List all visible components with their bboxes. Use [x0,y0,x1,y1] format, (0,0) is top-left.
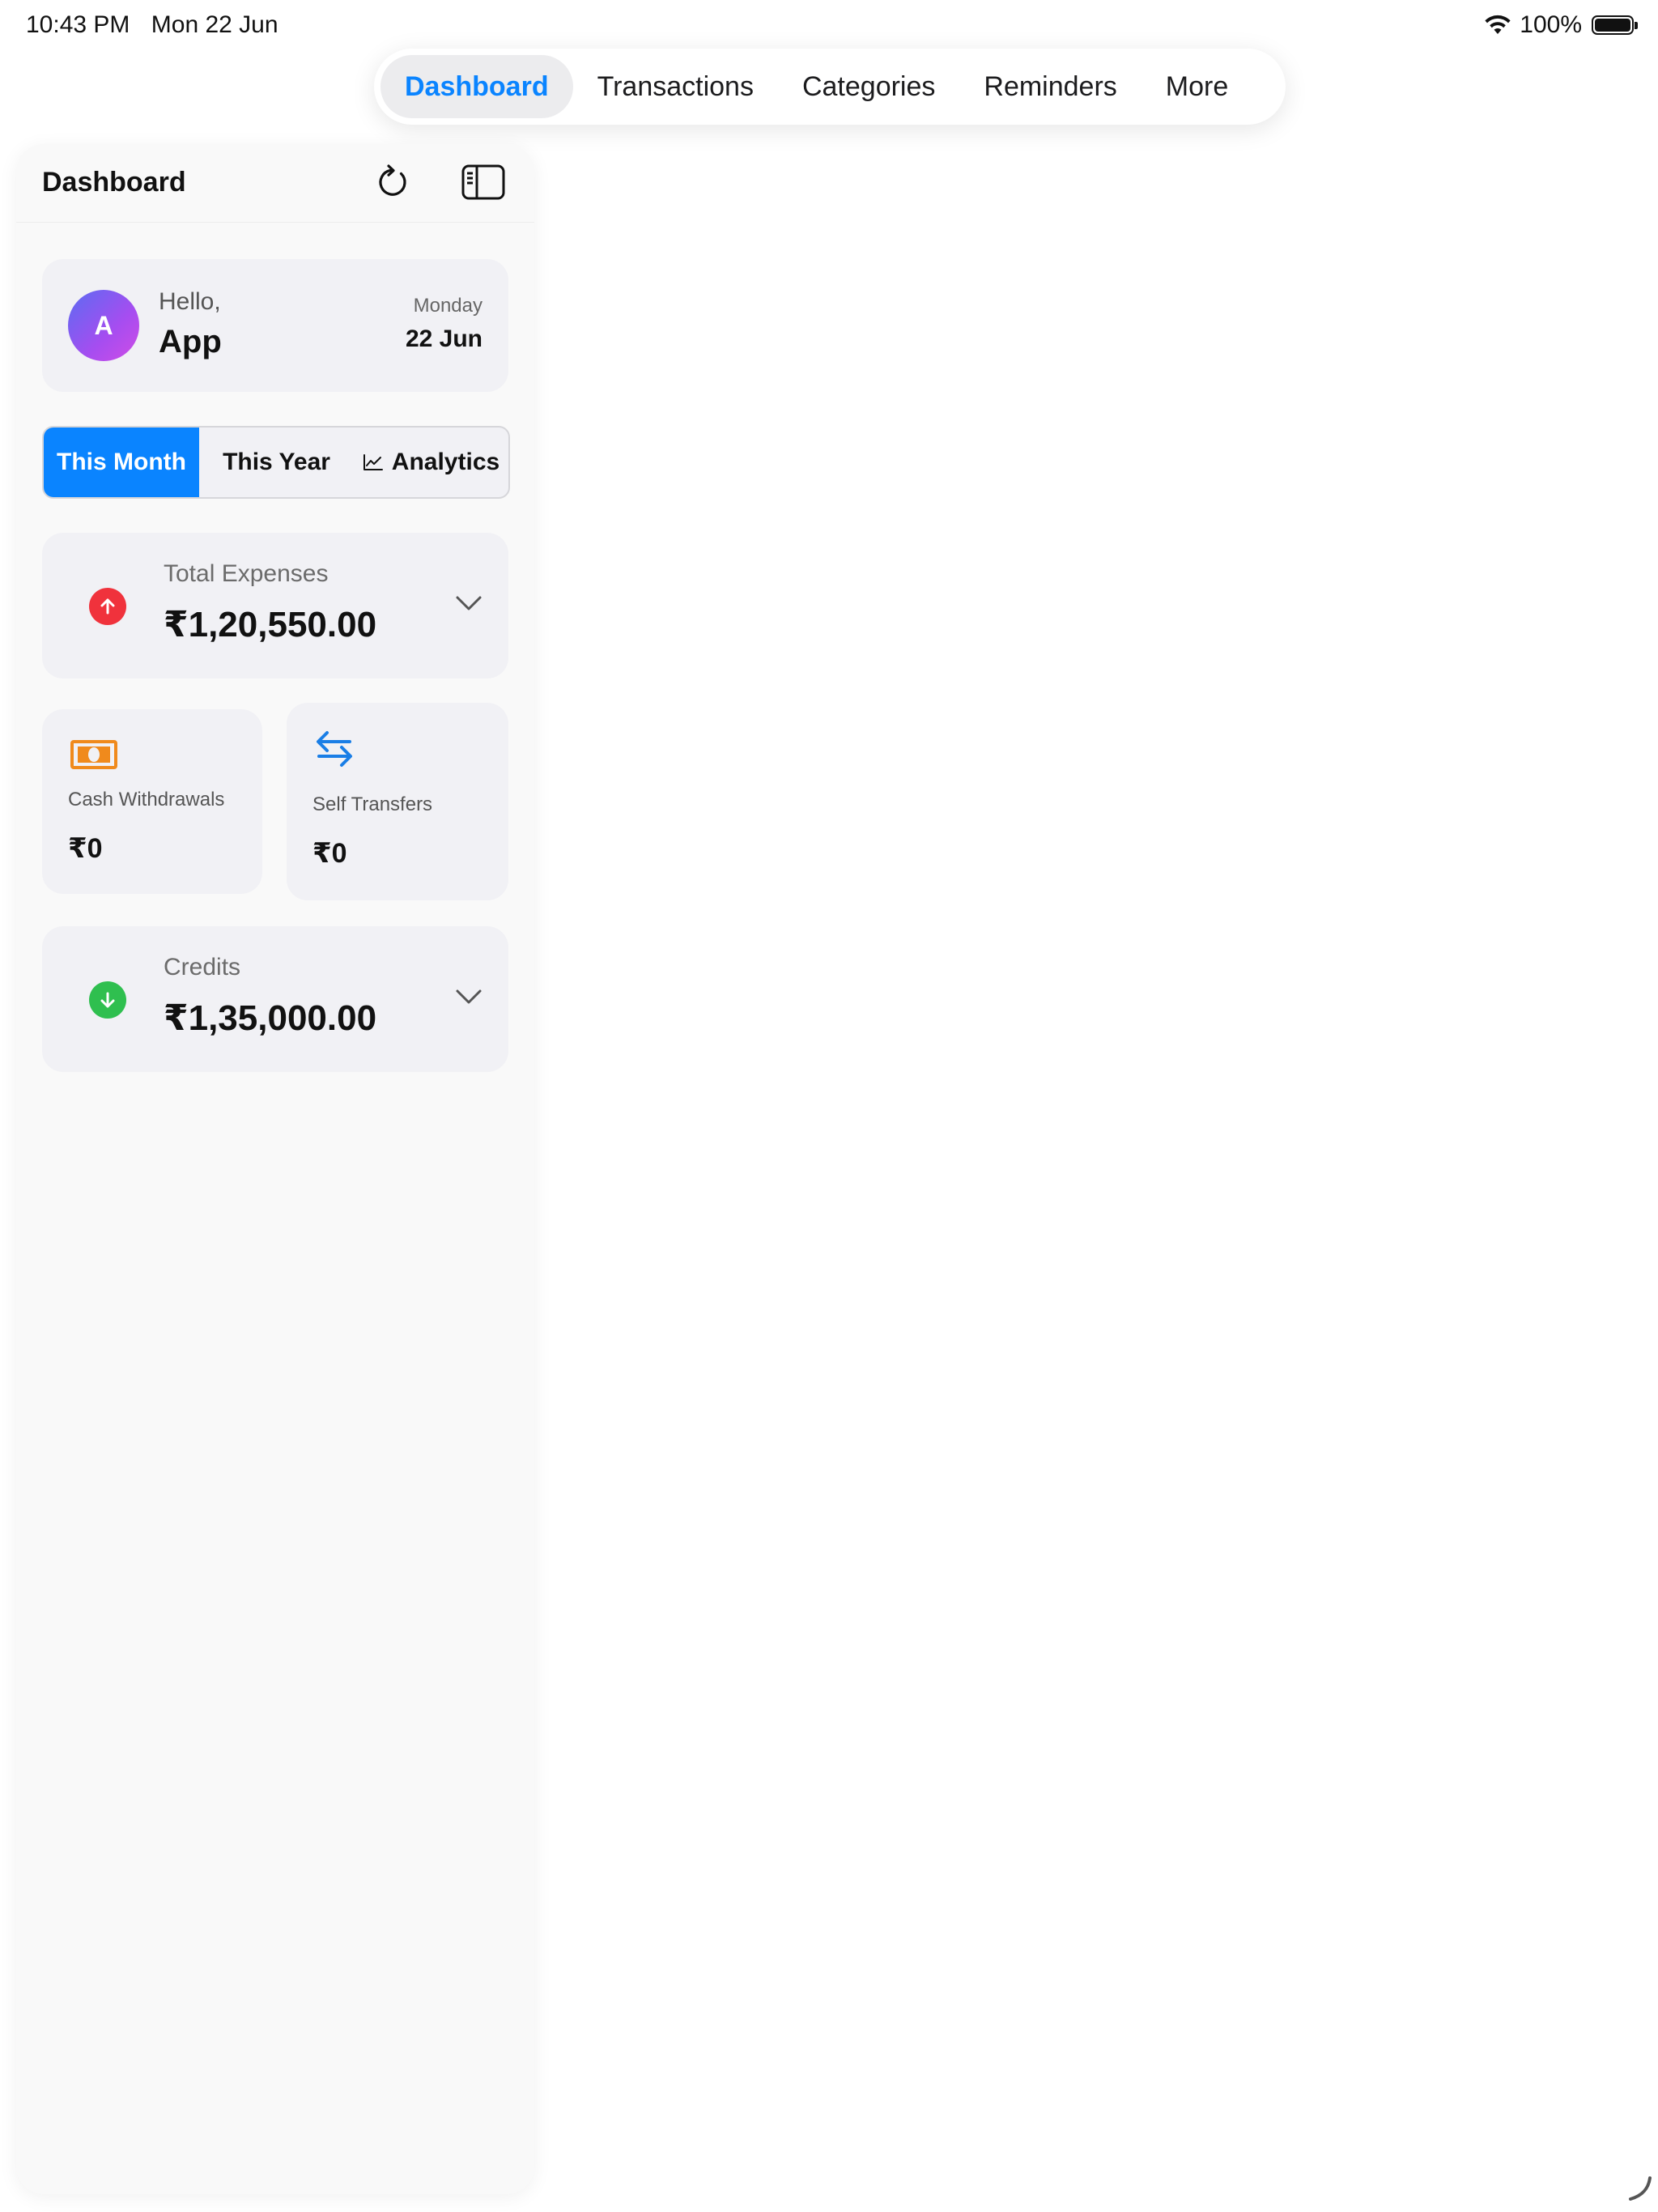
sidebar-panel: Dashboard A Hello, App Monday 22 Jun Thi… [16,144,534,2194]
total-expenses-label: Total Expenses [164,560,329,587]
battery-icon [1592,15,1638,35]
segment-this-month[interactable]: This Month [44,428,199,497]
segment-analytics-label: Analytics [391,449,500,475]
self-transfers-value: ₹0 [312,838,347,869]
header-divider [16,222,534,223]
transfer-arrows-icon [317,731,352,767]
battery-percent: 100% [1520,11,1582,38]
total-expenses-card[interactable]: Total Expenses ₹1,20,550.00 [42,533,508,678]
status-date: Mon 22 Jun [151,11,278,38]
credits-value: ₹1,35,000.00 [164,998,377,1038]
tab-more[interactable]: More [1141,55,1252,118]
self-transfers-card[interactable]: Self Transfers ₹0 [287,703,508,900]
banknote-icon [70,740,117,769]
tab-categories[interactable]: Categories [778,55,959,118]
tab-transactions[interactable]: Transactions [573,55,778,118]
credits-card[interactable]: Credits ₹1,35,000.00 [42,926,508,1072]
status-time: 10:43 PM [26,11,130,38]
total-expenses-value: ₹1,20,550.00 [164,605,377,644]
avatar[interactable]: A [68,290,139,361]
tab-dashboard[interactable]: Dashboard [380,55,573,118]
status-bar-right: 100% [1484,11,1638,39]
greeting-card: A Hello, App Monday 22 Jun [42,259,508,392]
arrow-down-icon [89,981,126,1019]
tab-reminders[interactable]: Reminders [959,55,1141,118]
refresh-icon[interactable] [372,162,413,202]
greeting-hello: Hello, [159,288,221,315]
cash-withdrawals-label: Cash Withdrawals [68,789,225,810]
wifi-icon [1485,15,1511,34]
arrow-up-icon [89,588,126,625]
chevron-down-icon[interactable] [455,594,483,612]
weekday-label: Monday [413,295,483,317]
resize-handle-icon[interactable] [1626,2175,1653,2202]
sidebar-title: Dashboard [42,167,186,198]
self-transfers-label: Self Transfers [312,793,433,815]
status-bar-left: 10:43 PM Mon 22 Jun [26,11,293,39]
sidebar-toggle-icon[interactable] [461,164,505,201]
line-chart-icon [363,454,383,470]
date-label: 22 Jun [405,325,483,352]
cash-withdrawals-value: ₹0 [68,833,103,864]
period-selector: This Month This Year Analytics [42,426,510,499]
chevron-down-icon[interactable] [455,988,483,1006]
segment-analytics[interactable]: Analytics [354,428,508,497]
credits-label: Credits [164,954,241,981]
segment-this-year[interactable]: This Year [199,428,354,497]
user-name: App [159,324,222,359]
segment-this-year-label: This Year [223,449,330,475]
cash-withdrawals-card[interactable]: Cash Withdrawals ₹0 [42,709,262,894]
segment-this-month-label: This Month [57,449,186,475]
top-tab-bar: Dashboard Transactions Categories Remind… [374,49,1286,125]
